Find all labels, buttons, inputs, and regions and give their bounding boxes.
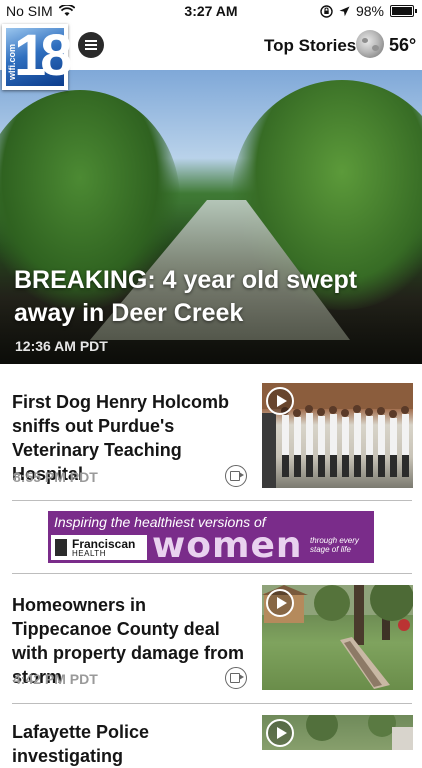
story-title[interactable]: Lafayette Police investigating bbox=[12, 720, 248, 768]
video-icon bbox=[225, 667, 247, 689]
ad-brand-logo: Franciscan HEALTH bbox=[51, 535, 147, 560]
temperature[interactable]: 56° bbox=[389, 35, 416, 56]
video-icon bbox=[225, 465, 247, 487]
story-item[interactable]: First Dog Henry Holcomb sniffs out Purdu… bbox=[0, 364, 422, 500]
hero-story[interactable]: BREAKING: 4 year old swept away in Deer … bbox=[0, 70, 422, 364]
ad-small-text: through every stage of life bbox=[310, 536, 359, 554]
app-header: 18 wlfi.com Top Stories 56° bbox=[0, 22, 422, 90]
menu-icon bbox=[85, 40, 97, 42]
battery-percent: 98% bbox=[355, 3, 384, 19]
hero-headline[interactable]: BREAKING: 4 year old swept away in Deer … bbox=[14, 264, 410, 330]
section-title[interactable]: Top Stories bbox=[264, 36, 356, 56]
ad-banner[interactable]: Inspiring the healthiest versions of Fra… bbox=[48, 511, 374, 563]
play-icon[interactable] bbox=[266, 387, 294, 415]
station-logo[interactable]: 18 wlfi.com bbox=[2, 23, 72, 90]
status-right: 98% bbox=[320, 3, 417, 19]
status-bar: No SIM 3:27 AM 98% bbox=[0, 0, 422, 22]
story-thumbnail[interactable] bbox=[262, 715, 413, 750]
location-arrow-icon bbox=[339, 6, 350, 16]
orientation-lock-icon bbox=[320, 4, 333, 18]
ad-headline: women bbox=[152, 525, 303, 563]
logo-number: 18 bbox=[14, 23, 72, 88]
story-item[interactable]: Lafayette Police investigating bbox=[0, 703, 422, 766]
menu-button[interactable] bbox=[78, 32, 104, 58]
ad-brand-sub: HEALTH bbox=[72, 549, 106, 558]
battery-icon bbox=[390, 5, 417, 17]
story-item[interactable]: Homeowners in Tippecanoe County deal wit… bbox=[0, 573, 422, 703]
hero-time: 12:36 AM PDT bbox=[15, 338, 108, 354]
story-thumbnail[interactable] bbox=[262, 383, 413, 488]
story-thumbnail[interactable] bbox=[262, 585, 413, 690]
play-icon[interactable] bbox=[266, 589, 294, 617]
divider bbox=[12, 500, 412, 501]
logo-side-text: wlfi.com bbox=[7, 43, 17, 80]
franciscan-logo-icon bbox=[55, 539, 67, 556]
play-icon[interactable] bbox=[266, 719, 294, 747]
story-time: 8:55 PM PDT bbox=[13, 469, 98, 485]
moon-icon[interactable] bbox=[356, 30, 384, 58]
story-time: 4:42 PM PDT bbox=[13, 671, 98, 687]
